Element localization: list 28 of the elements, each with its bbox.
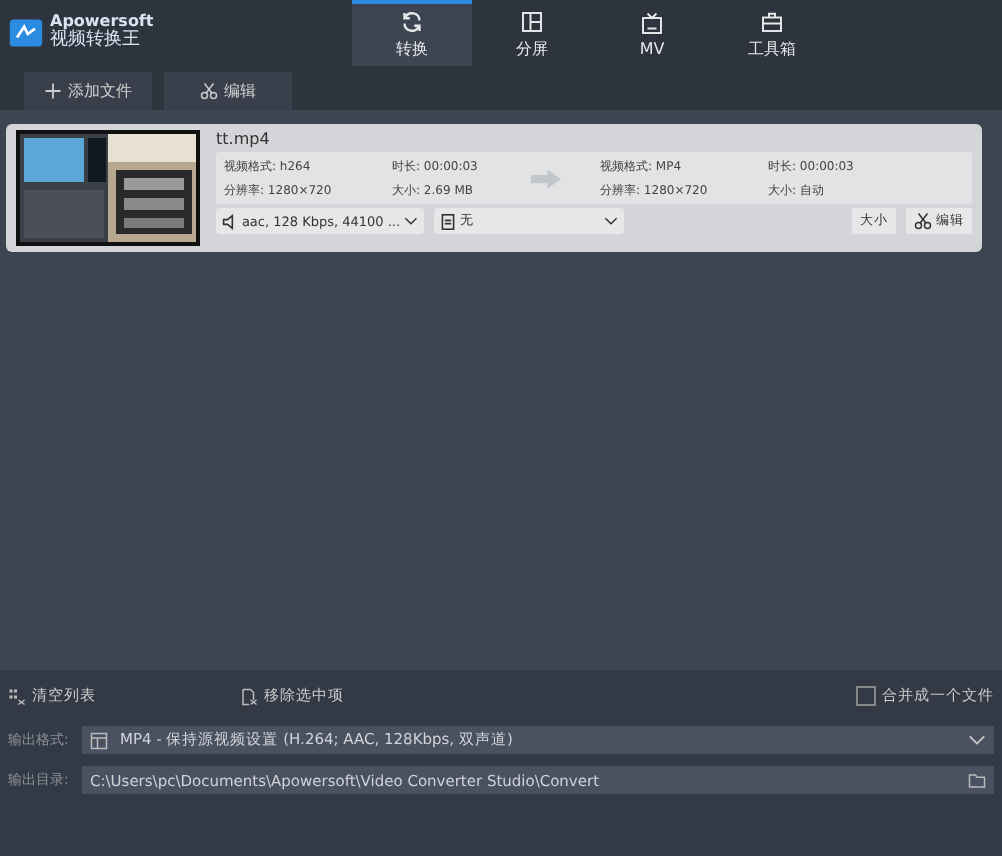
toolbar-button[interactable]: 编辑 <box>164 72 292 110</box>
arrow-right-icon <box>528 167 564 189</box>
logo-icon <box>8 15 44 51</box>
chevron-down-icon <box>968 734 986 746</box>
app-title: 视频转换王 <box>50 31 140 52</box>
file-name: tt.mp4 <box>216 130 272 148</box>
toolbar-button[interactable]: 添加文件 <box>24 72 152 110</box>
tab[interactable]: 分屏 <box>472 0 592 66</box>
tab[interactable]: 转换 <box>352 0 472 66</box>
format-icon <box>90 731 108 749</box>
brand-name: Apowersoft <box>50 14 154 31</box>
chevron-down-icon <box>604 216 618 226</box>
tab[interactable]: 工具箱 <box>712 0 832 66</box>
subtitle-icon <box>440 213 456 229</box>
plus-icon <box>44 82 62 100</box>
scissors-icon <box>200 82 218 100</box>
layout-icon <box>520 10 544 34</box>
tv-icon <box>640 12 664 36</box>
folder-icon <box>968 771 986 789</box>
file-remove-icon <box>240 687 258 705</box>
chevron-down-icon <box>404 216 418 226</box>
speaker-icon <box>222 213 238 229</box>
merge-checkbox[interactable] <box>856 686 876 706</box>
list-clear-icon <box>8 687 26 705</box>
scissors-icon <box>914 212 932 230</box>
toolbox-icon <box>760 10 784 34</box>
refresh-icon <box>400 10 424 34</box>
tab[interactable]: MV <box>592 0 712 66</box>
